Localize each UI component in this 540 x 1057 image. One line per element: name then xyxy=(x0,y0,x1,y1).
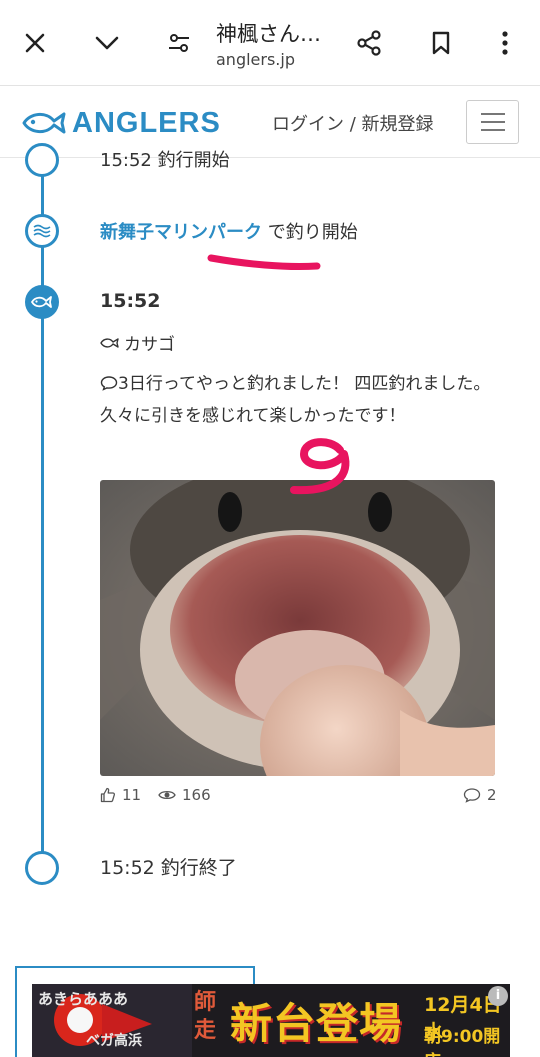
share-icon[interactable] xyxy=(352,26,386,60)
ad-info-icon[interactable]: i xyxy=(488,986,508,1006)
thumbs-up-icon xyxy=(100,787,116,803)
more-vert-icon[interactable] xyxy=(488,26,522,60)
view-count: 166 xyxy=(182,786,211,804)
spot-line: 新舞子マリンパーク で釣り開始 xyxy=(100,218,358,244)
spot-suffix: で釣り開始 xyxy=(262,222,358,243)
fish-icon xyxy=(31,296,52,308)
chevron-down-icon[interactable] xyxy=(90,26,124,60)
like-button[interactable]: 11 xyxy=(100,786,141,804)
pink-underline-mark xyxy=(207,254,321,271)
views-stat: 166 xyxy=(158,786,211,804)
timeline-node-end xyxy=(25,851,59,885)
ad-banner[interactable]: あきらあああ ベガ高浜 師走 新台登場 12月4日水 朝9:00開店 i xyxy=(32,984,510,1057)
timeline-node-spot xyxy=(25,214,59,248)
bookmark-icon[interactable] xyxy=(424,26,458,60)
entry-stats: 11 166 2 xyxy=(100,786,497,806)
page-url[interactable]: anglers.jp xyxy=(216,50,295,69)
ad-small-text-bottom: ベガ高浜 xyxy=(86,1033,142,1049)
comment-icon xyxy=(463,788,481,803)
ad-time: 朝9:00開店 xyxy=(424,1027,501,1057)
end-text: 15:52 釣行終了 xyxy=(100,857,237,879)
close-icon[interactable] xyxy=(18,26,52,60)
ad-headline: 新台登場 xyxy=(230,999,403,1048)
spot-link[interactable]: 新舞子マリンパーク xyxy=(100,222,262,243)
timeline-line xyxy=(41,158,44,853)
fish-photo-illustration xyxy=(100,480,495,776)
eye-icon xyxy=(158,790,176,800)
entry-time: 15:52 xyxy=(100,290,161,312)
waves-icon xyxy=(33,224,51,238)
species-name: カサゴ xyxy=(124,335,175,355)
like-count: 11 xyxy=(122,786,142,804)
species-label[interactable]: カサゴ xyxy=(100,330,175,355)
catch-photo[interactable] xyxy=(100,480,495,776)
speech-bubble-icon xyxy=(100,376,118,391)
comment-count: 2 xyxy=(487,786,497,804)
page-settings-icon[interactable] xyxy=(162,26,196,60)
timeline-node-catch xyxy=(25,285,59,319)
entry-comment: 3日行ってやっと釣れました！ 四匹釣れました。 久々に引きを感じれて楽しかったで… xyxy=(100,368,500,432)
comment-text: 3日行ってやっと釣れました！ 四匹釣れました。 久々に引きを感じれて楽しかったで… xyxy=(100,374,491,426)
ad-kanji-vertical: 師走 xyxy=(194,989,217,1043)
fish-small-icon xyxy=(100,337,119,348)
browser-toolbar: 神楓さん… anglers.jp xyxy=(0,0,540,86)
page-title: 神楓さん… xyxy=(216,22,321,46)
ad-small-text-top: あきらあああ xyxy=(38,990,129,1008)
comments-button[interactable]: 2 xyxy=(463,786,497,804)
